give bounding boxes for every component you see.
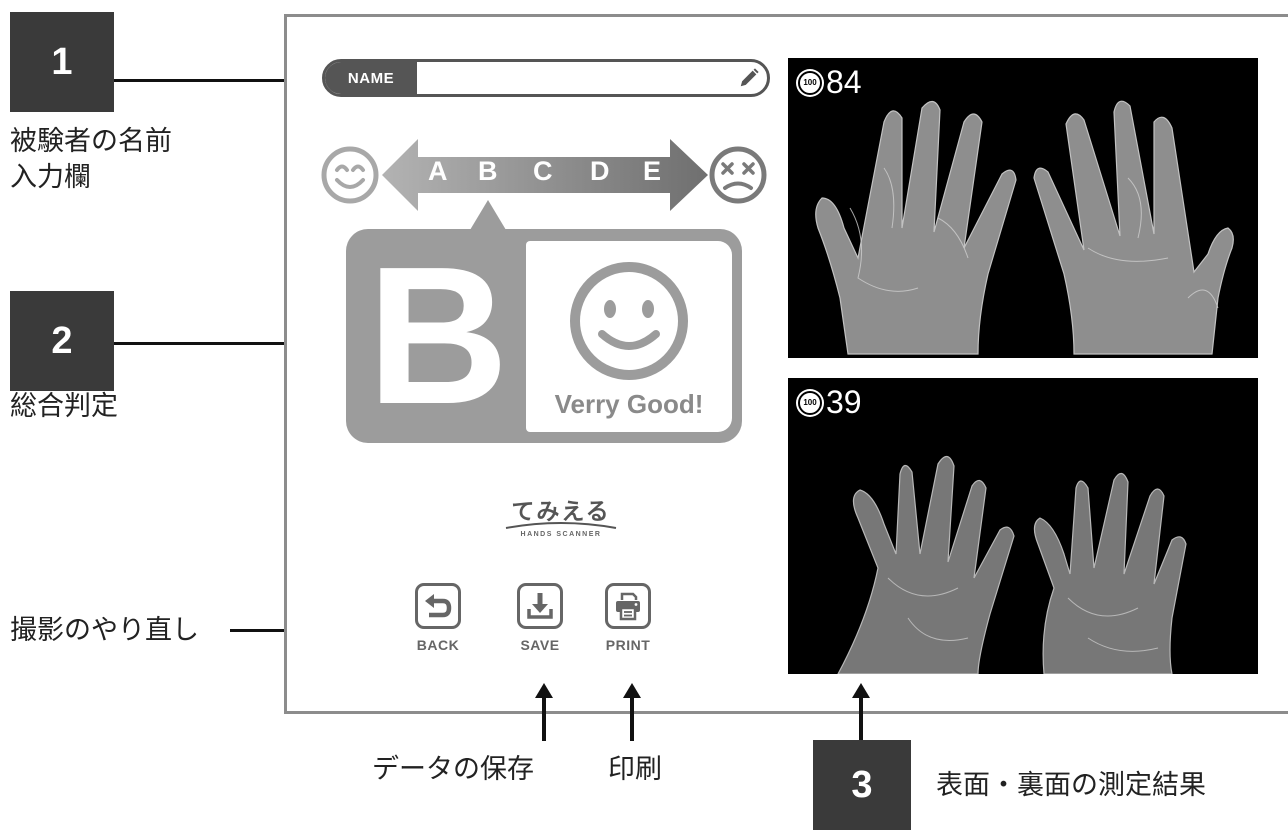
judgement-grade: B [367,226,509,445]
name-input[interactable] [417,62,731,94]
grade-a: A [428,156,448,186]
annotation-save-data: データの保存 [372,754,534,785]
callout-number-3: 3 [813,740,911,830]
callout-number-1-text: 1 [51,40,73,83]
smiling-face-icon [321,146,379,204]
download-icon [517,583,563,629]
result-score-front: 100 84 [798,64,862,101]
judgement-label: Verry Good! [554,389,704,419]
grade-e: E [643,156,662,186]
back-button[interactable]: BACK [408,583,468,653]
dizzy-face-icon [709,146,767,204]
hands-back-image [837,455,1187,674]
grade-b: B [478,156,498,186]
callout-number-2-text: 2 [51,319,73,362]
result-score-back: 100 39 [798,384,862,421]
score-badge-icon: 100 [798,390,822,415]
result-score-back-value: 39 [826,384,862,420]
annotation-print: 印刷 [608,754,662,785]
smiley-face-icon [570,262,688,380]
printer-icon [605,583,651,629]
result-image-front: 100 84 [788,58,1258,358]
callout-number-1: 1 [10,12,114,112]
callout-text-2: 総合判定 [10,391,118,422]
save-button-label: SAVE [520,637,560,653]
annotation-arrow-save [535,683,553,741]
name-label: NAME [325,62,417,94]
pencil-icon[interactable] [731,62,767,94]
result-image-back: 100 39 [788,378,1258,674]
hands-palm-image [815,100,1234,355]
back-button-label: BACK [416,637,460,653]
callout-number-3-text: 3 [851,763,873,806]
back-arrow-icon [415,583,461,629]
name-field[interactable]: NAME [322,59,770,97]
grade-d: D [590,156,610,186]
callout-arrow-1 [114,72,313,88]
print-button[interactable]: PRINT [598,583,658,653]
callout-arrow-3 [852,683,870,741]
grade-c: C [533,156,553,186]
annotation-retake: 撮影のやり直し [10,615,199,646]
callout-text-1: 被験者の名前 入力欄 [10,126,172,193]
logo-swoosh [505,522,617,529]
save-button[interactable]: SAVE [510,583,570,653]
annotation-arrow-print [623,683,641,741]
callout-number-2: 2 [10,291,114,391]
print-button-label: PRINT [605,637,651,653]
callout-text-3: 表面・裏面の測定結果 [936,770,1206,801]
app-logo-subtitle: HANDS SCANNER [520,531,602,538]
score-badge-icon: 100 [798,70,822,95]
result-score-front-value: 84 [826,64,862,100]
